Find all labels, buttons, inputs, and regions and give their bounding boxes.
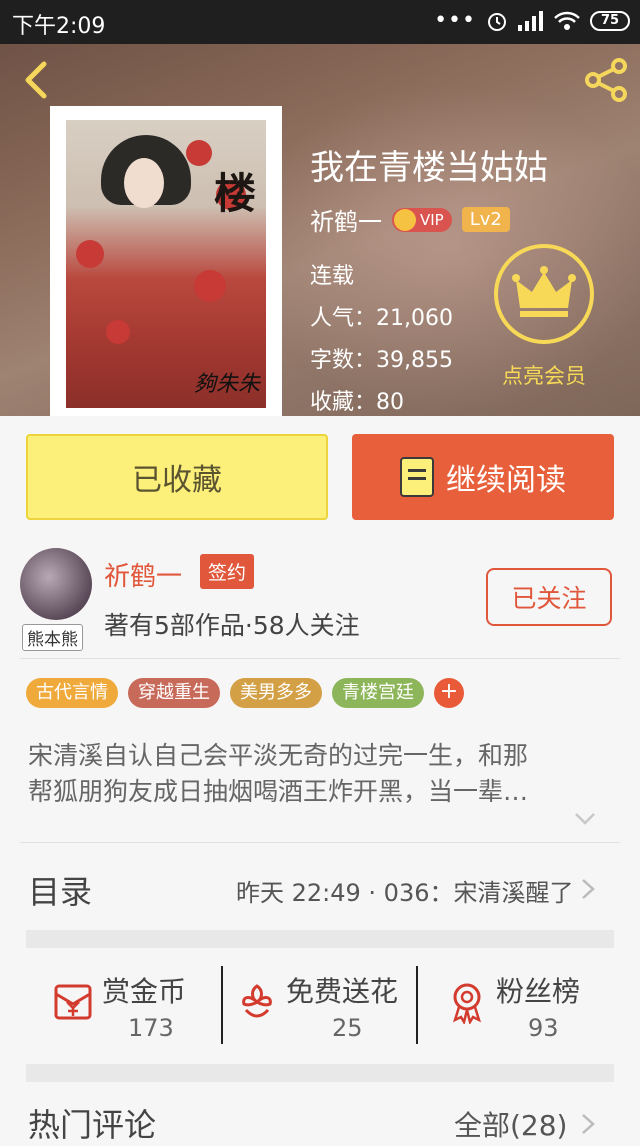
toc-latest-chapter: 昨天 22:49 · 036：宋清溪醒了 [236, 879, 574, 907]
cover-title: 楼 [213, 169, 256, 218]
tag-item[interactable]: 穿越重生 [128, 678, 220, 708]
action-count: 25 [332, 1014, 363, 1042]
medal-icon [452, 983, 482, 1024]
cover-signature: 夠朱朱 [193, 372, 260, 397]
author-name[interactable]: 祈鹤一 [104, 556, 182, 593]
divider [20, 658, 620, 659]
tag-item[interactable]: 青楼宫廷 [332, 678, 424, 708]
divider [416, 966, 418, 1044]
chevron-down-icon[interactable] [574, 812, 596, 826]
section-gap [26, 1064, 614, 1082]
tag-list: 古代言情 穿越重生 美男多多 青楼宫廷 + [26, 678, 464, 708]
book-title: 我在青楼当姑姑 [310, 148, 548, 188]
follow-button[interactable]: 已关注 [486, 568, 612, 626]
fan-ranking-button[interactable]: 粉丝榜 93 [444, 962, 614, 1048]
status-time: 下午2:09 [12, 14, 106, 39]
flower-icon [242, 984, 272, 1018]
synopsis-line: 帮狐朋狗友成日抽烟喝酒王炸开黑，当一辈… [28, 777, 529, 806]
author-info: 著有5部作品·58人关注 [104, 611, 360, 640]
chevron-right-icon [582, 879, 595, 899]
action-label: 赏金币 [102, 975, 187, 1008]
toc-label: 目录 [28, 873, 93, 911]
battery-icon: 75 [590, 11, 630, 31]
author-card: 熊本熊 祈鹤一 签约 著有5部作品·58人关注 已关注 [0, 540, 640, 660]
action-label: 免费送花 [286, 975, 399, 1008]
action-count: 173 [128, 1014, 174, 1042]
hero-author-name[interactable]: 祈鹤一 [310, 202, 382, 237]
action-count: 93 [528, 1014, 559, 1042]
hero-author-row: 祈鹤一 VIP Lv2 [310, 202, 510, 237]
vip-crown-icon [394, 208, 416, 231]
status-bar: 下午2:09 ••• 75 [0, 0, 640, 44]
coin-envelope-icon [54, 984, 92, 1020]
crown-icon [512, 266, 576, 317]
reward-coins-button[interactable]: 赏金币 173 [50, 962, 220, 1048]
divider [221, 966, 223, 1044]
continue-reading-label: 继续阅读 [446, 463, 566, 498]
toc-row[interactable]: 目录 昨天 22:49 · 036：宋清溪醒了 [0, 843, 640, 931]
tag-item[interactable]: 古代言情 [26, 678, 118, 708]
free-flower-button[interactable]: 免费送花 25 [234, 962, 424, 1048]
hot-comments-label: 热门评论 [28, 1106, 157, 1144]
synopsis[interactable]: 宋清溪自认自己会平淡无奇的过完一生，和那 帮狐朋狗友成日抽烟喝酒王炸开黑，当一辈… [28, 738, 614, 810]
word-count-stat: 字数：39,855 [310, 348, 453, 373]
continue-reading-button[interactable]: 继续阅读 [352, 434, 614, 520]
serial-status: 连载 [310, 264, 355, 289]
action-row: 赏金币 173 免费送花 25 粉丝榜 93 [26, 948, 614, 1064]
level-badge: Lv2 [461, 207, 510, 232]
tag-item[interactable]: 美男多多 [230, 678, 322, 708]
chevron-right-icon[interactable] [580, 1112, 596, 1136]
synopsis-line: 宋清溪自认自己会平淡无奇的过完一生，和那 [28, 741, 529, 770]
avatar-tag: 熊本熊 [22, 624, 83, 651]
book-icon [400, 457, 434, 497]
favorited-button[interactable]: 已收藏 [26, 434, 328, 520]
add-tag-button[interactable]: + [434, 678, 464, 708]
action-label: 粉丝榜 [496, 975, 581, 1008]
back-chevron-icon[interactable] [14, 58, 58, 102]
wifi-icon [554, 11, 580, 30]
vip-badge: VIP [392, 207, 452, 232]
popularity-stat: 人气：21,060 [310, 306, 453, 331]
alarm-icon [488, 13, 506, 31]
member-label: 点亮会员 [502, 364, 586, 388]
avatar[interactable] [20, 548, 92, 620]
signed-badge: 签约 [200, 554, 255, 589]
signal-icon [518, 11, 543, 31]
section-gap [26, 930, 614, 948]
hot-comments-all-link[interactable]: 全部(28) [454, 1104, 567, 1144]
favorites-stat: 收藏：80 [310, 390, 404, 415]
book-hero: 楼 夠朱朱 我在青楼当姑姑 祈鹤一 VIP Lv2 连载 人气：21,060 字… [0, 44, 640, 416]
share-icon[interactable] [582, 56, 630, 104]
book-cover[interactable]: 楼 夠朱朱 [50, 106, 282, 416]
more-dots-icon: ••• [434, 8, 476, 33]
member-button[interactable]: 点亮会员 [490, 244, 610, 394]
